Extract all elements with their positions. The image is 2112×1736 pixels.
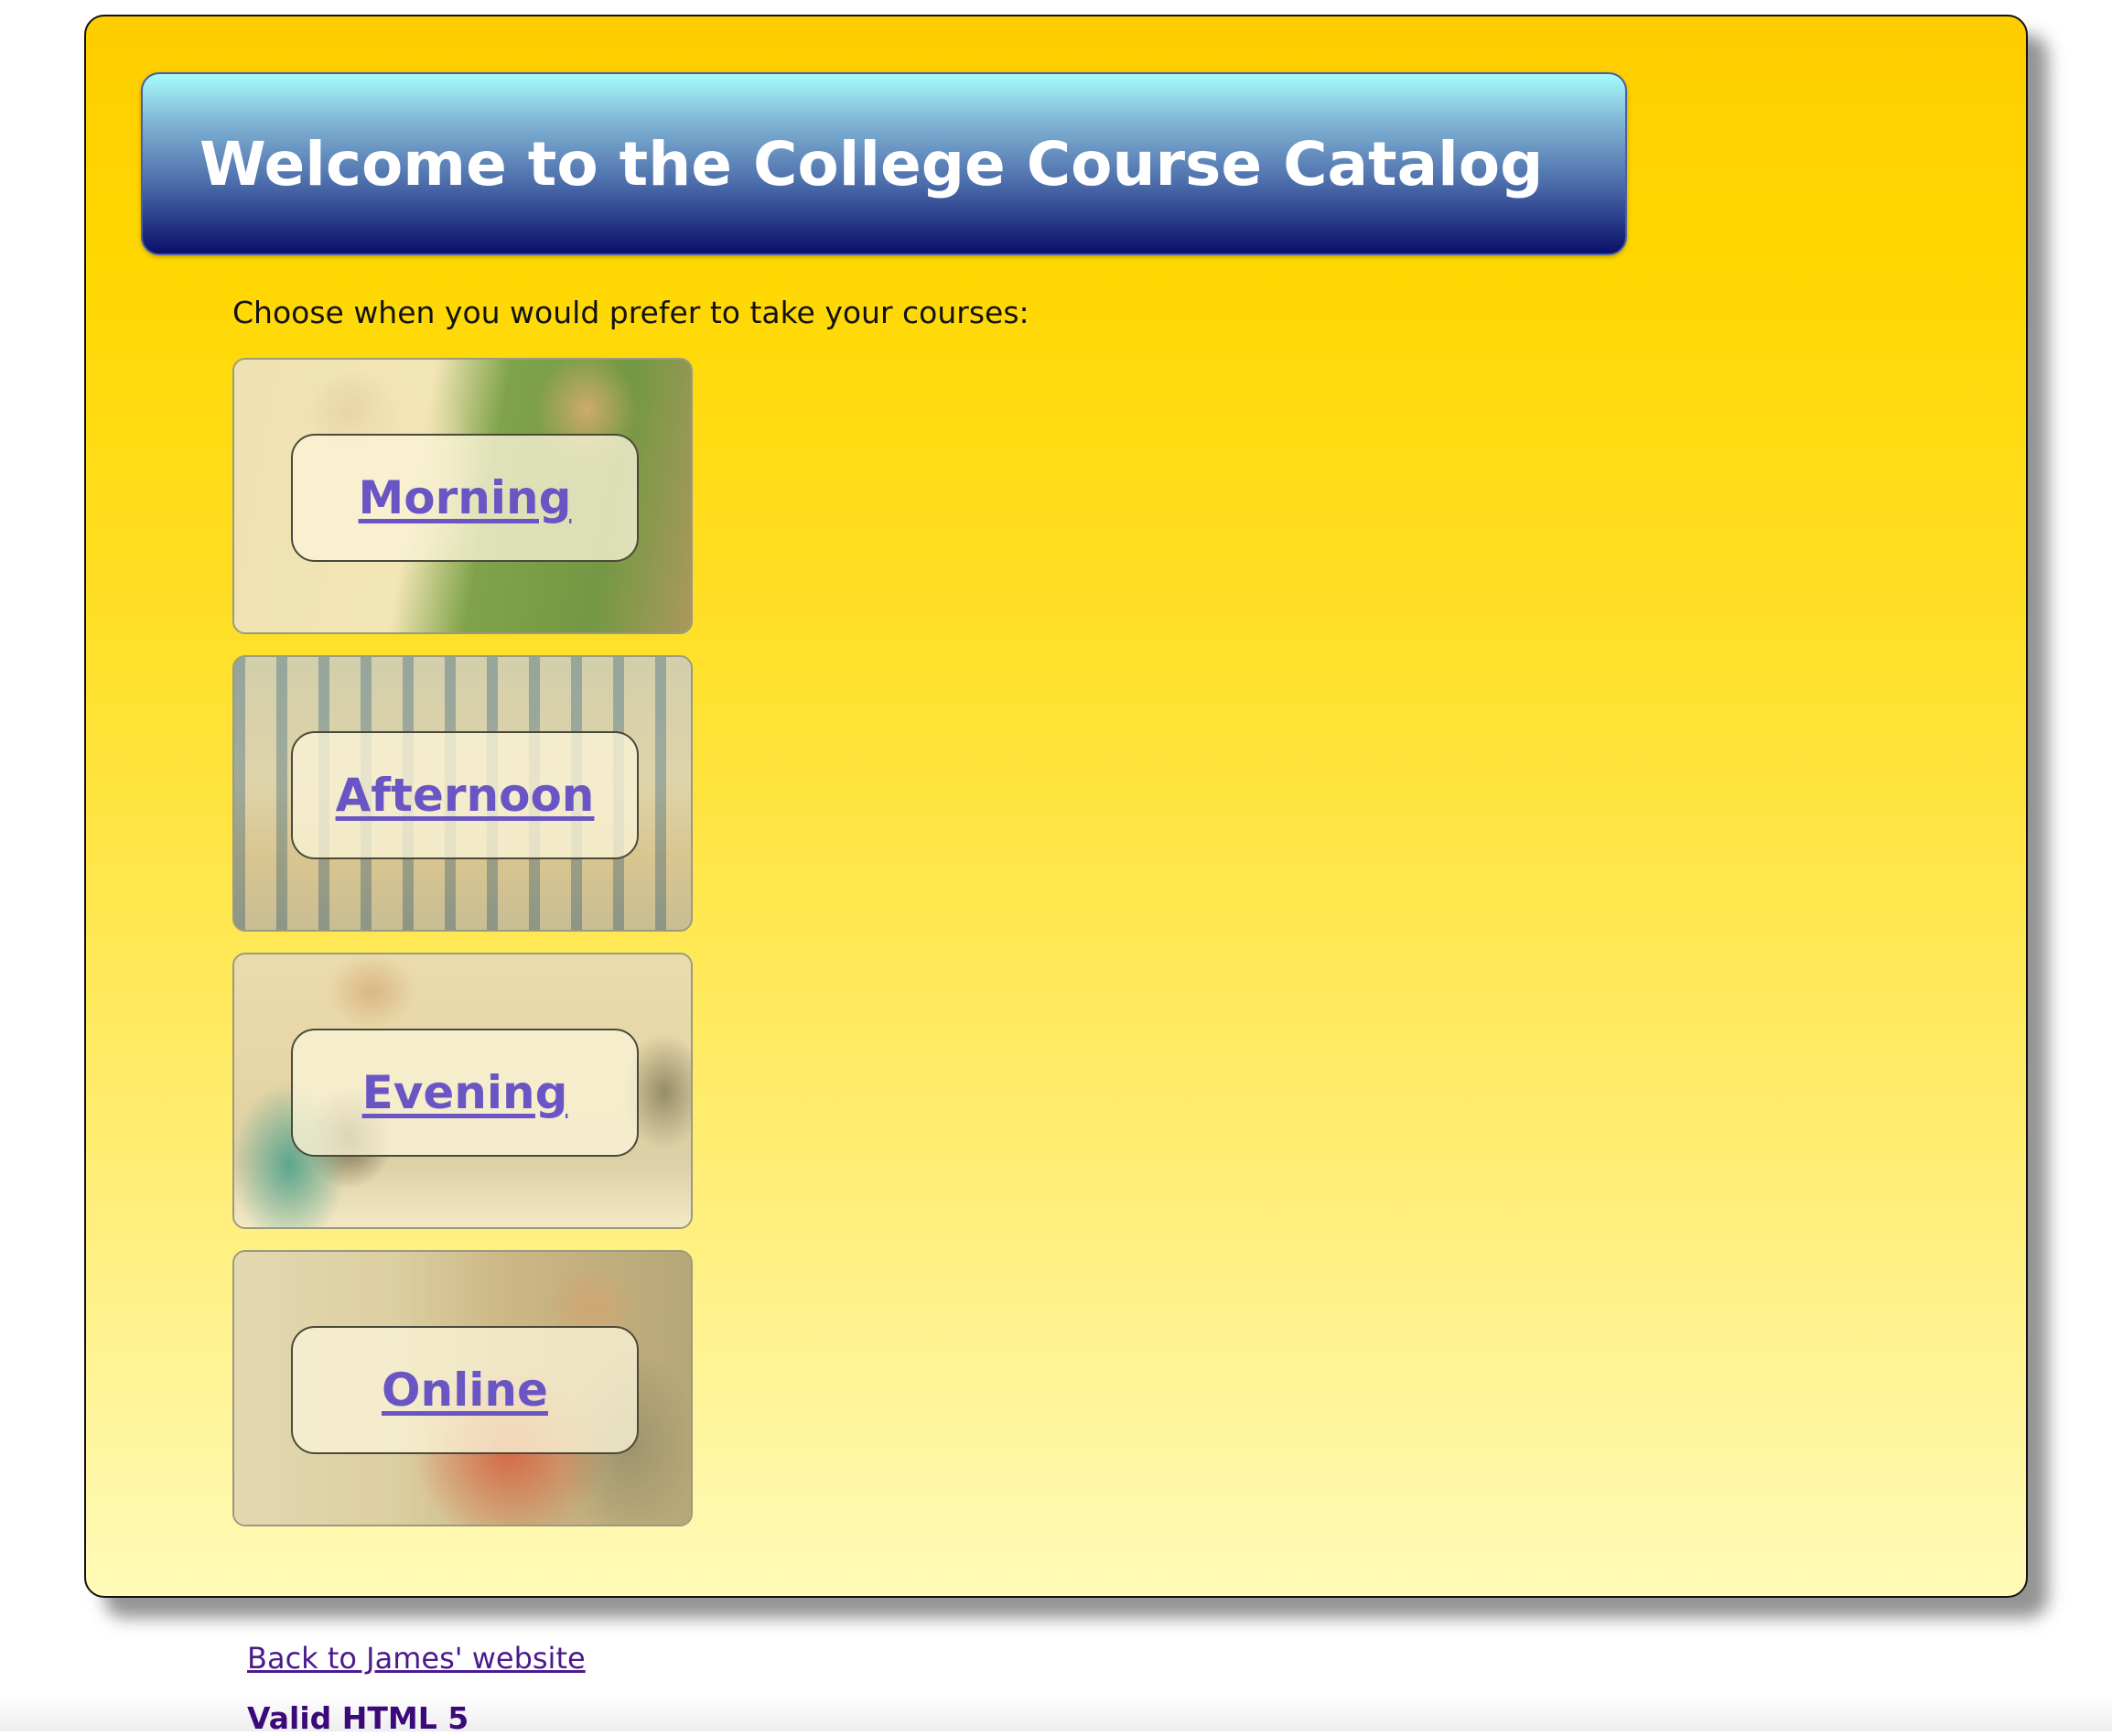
option-card-afternoon[interactable]: Afternoon [232, 655, 693, 932]
morning-label-box: Morning [291, 434, 639, 562]
header-banner: Welcome to the College Course Catalog [141, 72, 1627, 255]
evening-label-box: Evening [291, 1029, 639, 1157]
option-card-online[interactable]: Online [232, 1250, 693, 1526]
valid-html-badge: Valid HTML 5 [247, 1700, 469, 1736]
schedule-prompt: Choose when you would prefer to take you… [232, 295, 1029, 330]
morning-link[interactable]: Morning [359, 471, 572, 524]
afternoon-label-box: Afternoon [291, 731, 639, 859]
evening-link[interactable]: Evening [362, 1066, 568, 1119]
back-to-website-link[interactable]: Back to James' website [247, 1641, 586, 1676]
option-card-morning[interactable]: Morning [232, 358, 693, 634]
afternoon-link[interactable]: Afternoon [336, 769, 595, 822]
online-link[interactable]: Online [382, 1364, 548, 1417]
option-card-evening[interactable]: Evening [232, 953, 693, 1229]
online-label-box: Online [291, 1326, 639, 1454]
page-title: Welcome to the College Course Catalog [199, 129, 1544, 199]
